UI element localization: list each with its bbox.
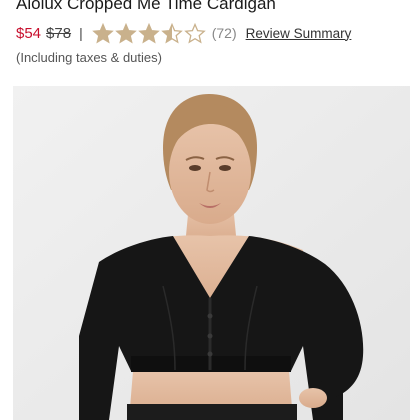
product-image[interactable]	[13, 86, 410, 420]
star-rating[interactable]	[91, 22, 207, 44]
product-title: Alolux Cropped Me Time Cardigan	[16, 0, 276, 13]
review-summary-link[interactable]: Review Summary	[246, 26, 352, 41]
star-filled-icon	[137, 22, 160, 43]
model-photo	[13, 86, 410, 420]
price-rating-row: $54 $78 | (72) Review Summary	[16, 22, 352, 44]
review-count: (72)	[211, 25, 237, 41]
sale-price: $54	[16, 24, 42, 42]
tax-note: (Including taxes & duties)	[16, 50, 162, 65]
star-empty-icon	[183, 22, 206, 43]
original-price: $78	[46, 24, 72, 42]
star-half-icon	[160, 22, 183, 43]
star-filled-icon	[114, 22, 137, 43]
separator: |	[79, 25, 83, 41]
star-filled-icon	[91, 22, 114, 43]
